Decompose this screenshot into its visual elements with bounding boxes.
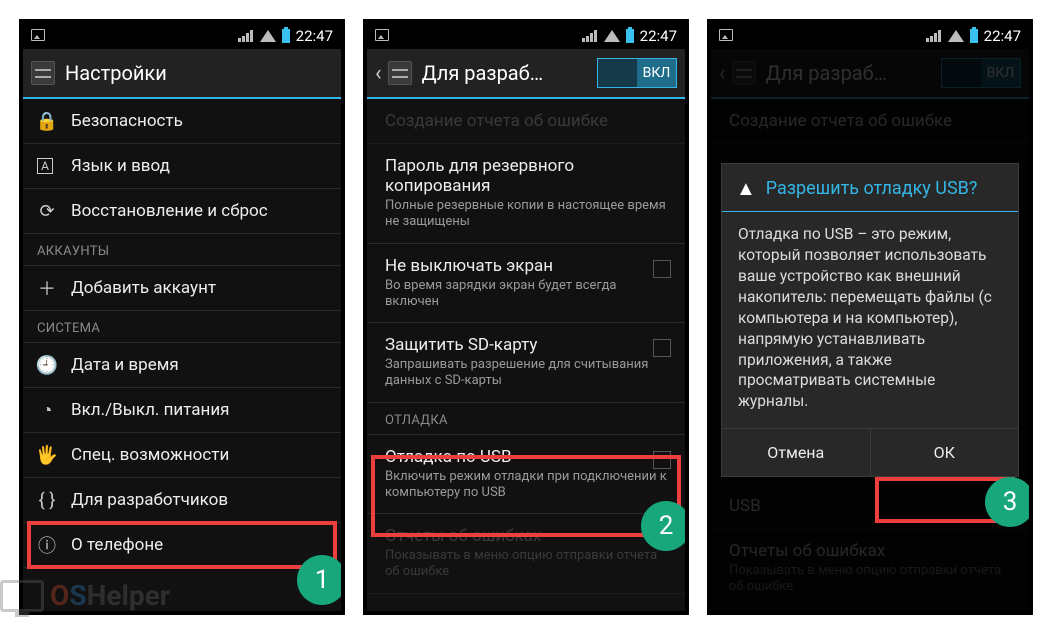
- header-accounts: АККАУНТЫ: [23, 234, 341, 266]
- phone-1: 22:47 Настройки 🔒Безопасность AЯзык и вв…: [19, 19, 345, 615]
- battery-icon: [626, 29, 634, 43]
- plus-icon: ＋: [37, 278, 57, 298]
- dev-list: Создание отчета об ошибке Пароль для рез…: [367, 99, 685, 611]
- item-usb-debugging[interactable]: Отладка по USBВключить режим отладки при…: [367, 435, 685, 515]
- item-backup[interactable]: ⟳Восстановление и сброс: [23, 189, 341, 234]
- clock: 22:47: [296, 27, 333, 45]
- signal-icon: [926, 30, 942, 42]
- dev-toggle[interactable]: ВКЛ: [597, 58, 677, 88]
- phone-3: 22:47 ‹ Для разраб… ВКЛ Создание отчета …: [707, 19, 1033, 615]
- page-title: Для разраб…: [422, 61, 544, 85]
- settings-icon: [31, 61, 55, 85]
- ok-button[interactable]: ОК: [870, 429, 1019, 476]
- hand-icon: 🖐: [37, 445, 57, 465]
- signal-icon: [238, 30, 254, 42]
- item-protect-sd[interactable]: Защитить SD-картуЗапрашивать разрешение …: [367, 323, 685, 403]
- restore-icon: ⟳: [37, 201, 57, 221]
- header-system: СИСТЕМА: [23, 311, 341, 343]
- item-power[interactable]: ◔Вкл./Выкл. питания: [23, 388, 341, 433]
- item-datetime[interactable]: 🕘Дата и время: [23, 343, 341, 388]
- dialog-title: Разрешить отладку USB?: [766, 178, 978, 199]
- picture-icon: [31, 29, 45, 41]
- dialog-footer: Отмена ОК: [722, 428, 1018, 476]
- settings-icon: [388, 61, 412, 85]
- item-accessibility[interactable]: 🖐Спец. возможности: [23, 433, 341, 478]
- item-bugreport-menu[interactable]: Отчеты об ошибкахПоказывать в меню опцию…: [367, 514, 685, 594]
- checkbox[interactable]: [653, 451, 671, 469]
- braces-icon: { }: [37, 490, 57, 510]
- clock-icon: 🕘: [37, 355, 57, 375]
- status-bar: 22:47: [367, 23, 685, 49]
- item-backup-password[interactable]: Пароль для резервного копированияПолные …: [367, 144, 685, 244]
- wifi-icon: [948, 30, 964, 42]
- picture-icon: [375, 29, 389, 41]
- wifi-icon: [260, 30, 276, 42]
- signal-icon: [582, 30, 598, 42]
- status-bar: 22:47: [23, 23, 341, 49]
- battery-icon: [970, 29, 978, 43]
- dialog-header: ▲ Разрешить отладку USB?: [722, 164, 1018, 212]
- wifi-icon: [604, 30, 620, 42]
- step-badge-3: 3: [985, 477, 1033, 527]
- header-debugging: ОТЛАДКА: [367, 403, 685, 435]
- clock: 22:47: [984, 27, 1021, 45]
- item-about[interactable]: ⓘО телефоне: [23, 523, 341, 568]
- action-bar: Настройки: [23, 49, 341, 99]
- monitor-icon: [0, 580, 44, 612]
- clock: 22:47: [640, 27, 677, 45]
- item-developer[interactable]: { }Для разработчиков: [23, 478, 341, 523]
- lock-icon: 🔒: [37, 111, 57, 131]
- settings-list: 🔒Безопасность AЯзык и ввод ⟳Восстановлен…: [23, 99, 341, 611]
- item-bug-report[interactable]: Создание отчета об ошибке: [367, 99, 685, 144]
- checkbox[interactable]: [653, 339, 671, 357]
- step-badge-1: 1: [297, 555, 345, 605]
- power-icon: ◔: [37, 400, 57, 420]
- item-language[interactable]: AЯзык и ввод: [23, 144, 341, 189]
- cancel-button[interactable]: Отмена: [722, 429, 870, 476]
- checkbox[interactable]: [653, 260, 671, 278]
- item-security[interactable]: 🔒Безопасность: [23, 99, 341, 144]
- item-add-account[interactable]: ＋Добавить аккаунт: [23, 266, 341, 311]
- keyboard-icon: A: [37, 158, 53, 174]
- warning-icon: ▲: [736, 176, 756, 201]
- item-stay-awake[interactable]: Не выключать экранВо время зарядки экран…: [367, 244, 685, 324]
- info-icon: ⓘ: [37, 535, 57, 555]
- back-icon[interactable]: ‹: [375, 61, 382, 86]
- step-badge-2: 2: [641, 501, 689, 551]
- battery-icon: [282, 29, 290, 43]
- phone-2: 22:47 ‹ Для разраб… ВКЛ Создание отчета …: [363, 19, 689, 615]
- status-bar: 22:47: [711, 23, 1029, 49]
- dialog-body: Отладка по USB – это режим, который позв…: [722, 212, 1018, 428]
- picture-icon: [719, 29, 733, 41]
- watermark: OSHelper: [0, 579, 170, 612]
- page-title: Настройки: [65, 61, 167, 85]
- usb-dialog: ▲ Разрешить отладку USB? Отладка по USB …: [721, 163, 1019, 477]
- action-bar: ‹ Для разраб… ВКЛ: [367, 49, 685, 99]
